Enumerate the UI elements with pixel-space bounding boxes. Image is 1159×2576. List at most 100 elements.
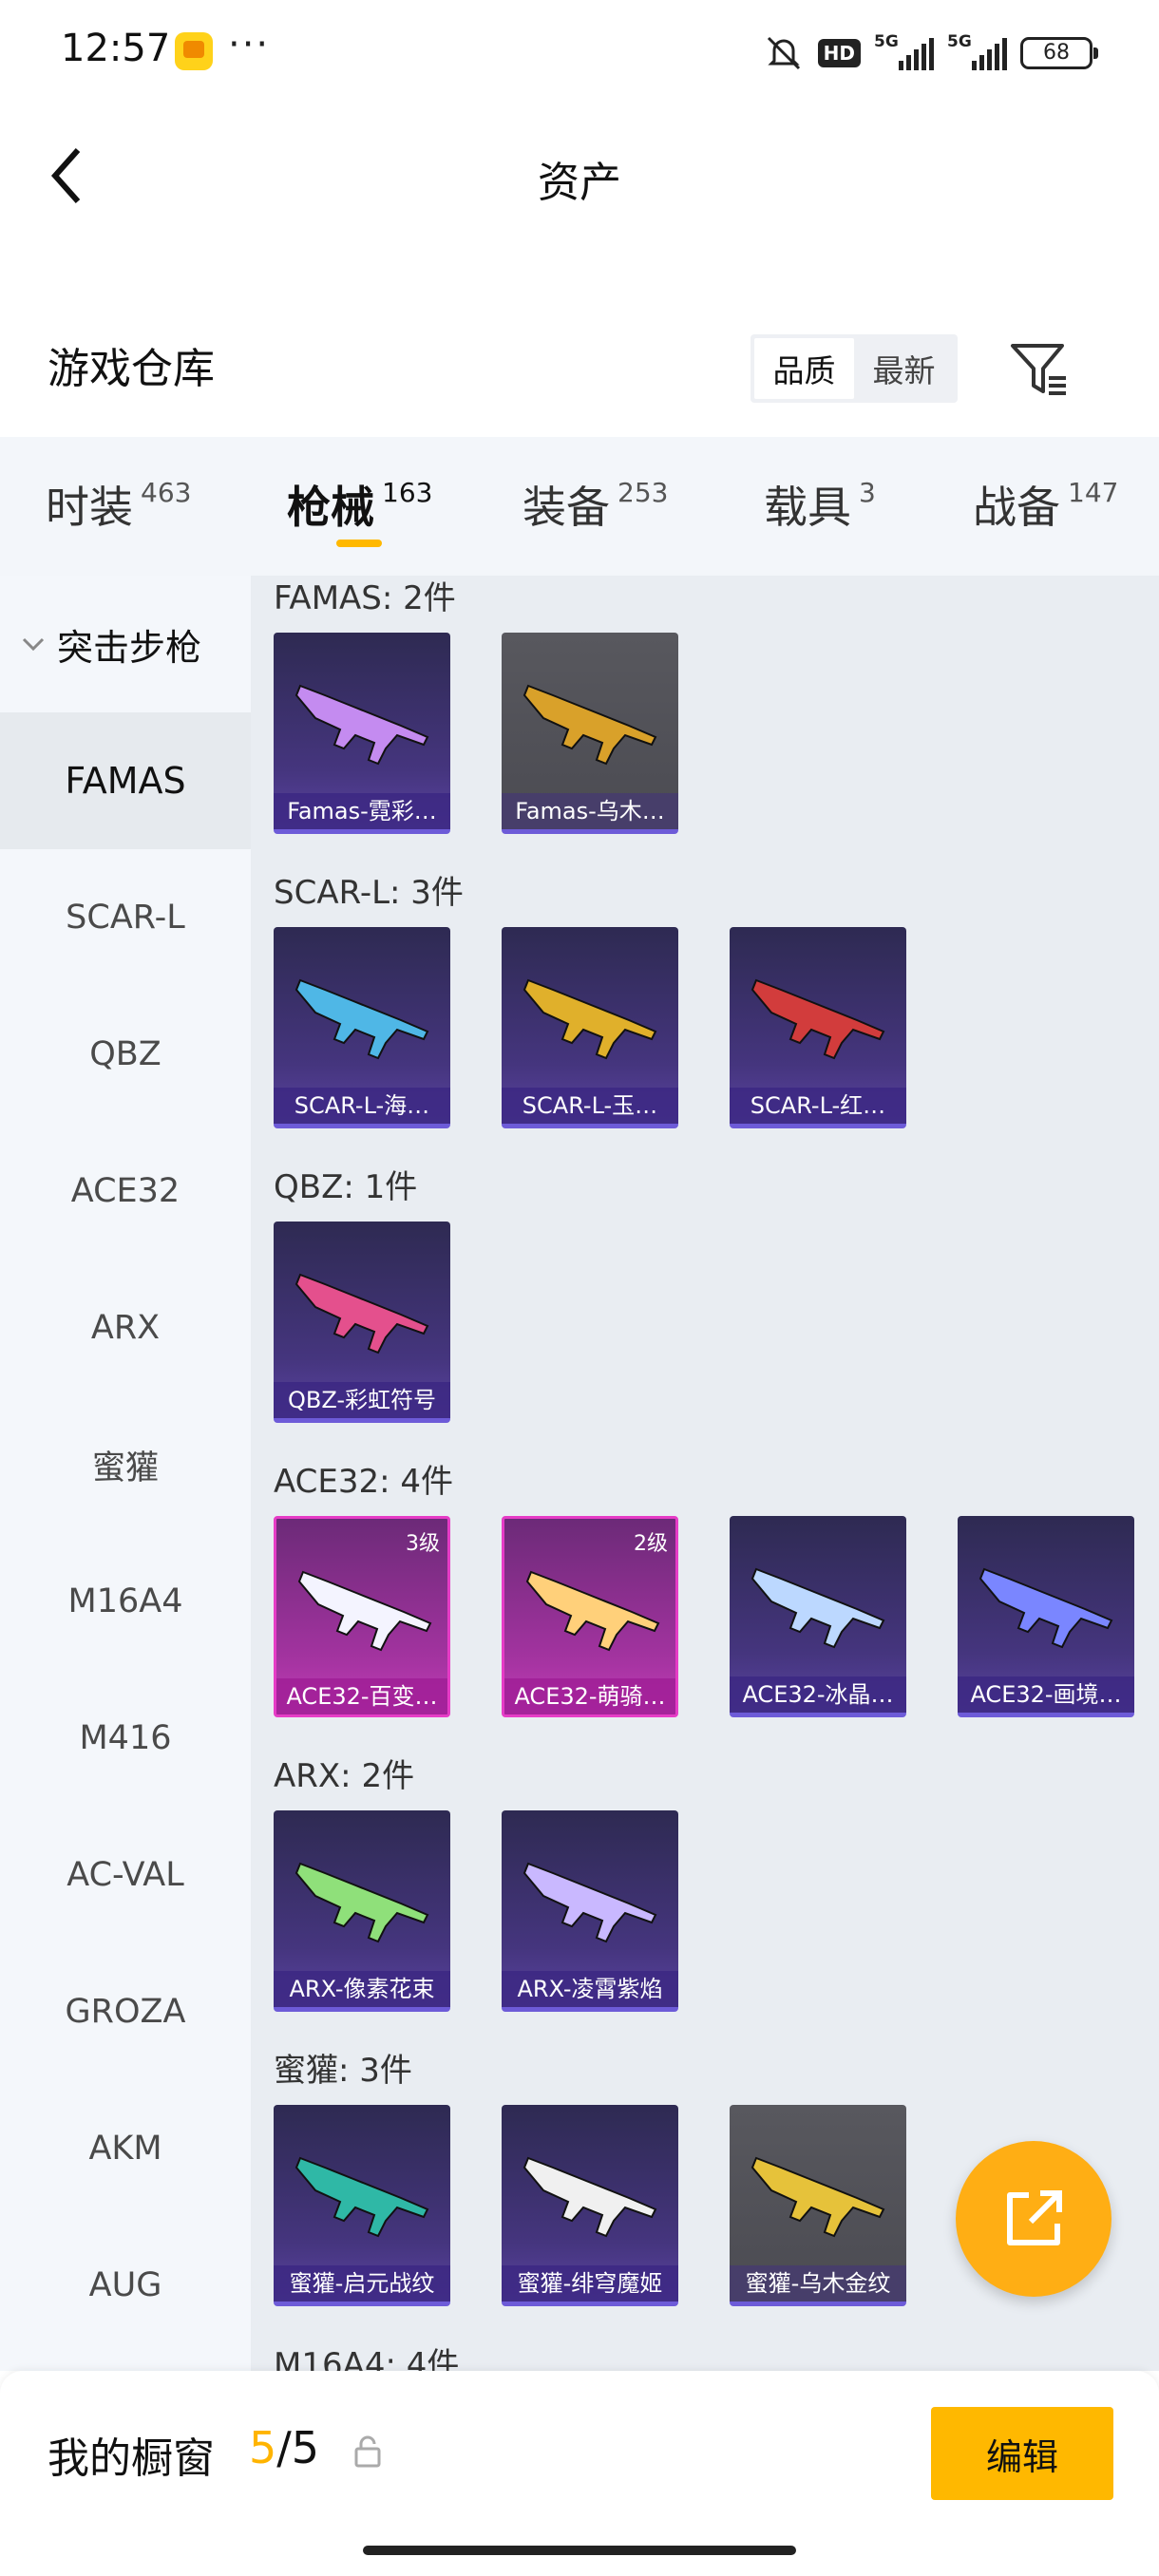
showcase-bar: 我的橱窗 5/5 编辑: [0, 2371, 1159, 2576]
section-title: FAMAS: 2件: [274, 579, 456, 617]
rifle-icon: [294, 978, 429, 1060]
weapon-skin-card[interactable]: ARX-凌霄紫焰: [502, 1810, 678, 2012]
rifle-icon: [297, 1570, 432, 1652]
tab-vehicles[interactable]: 载具 3: [764, 473, 876, 536]
sidebar-item-groza[interactable]: GROZA: [0, 1943, 251, 2080]
level-badge: 2级: [634, 1532, 668, 1556]
sidebar-item-akm[interactable]: AKM: [0, 2080, 251, 2217]
weapon-skin-card[interactable]: QBZ-彩虹符号: [274, 1222, 450, 1423]
rifle-icon: [978, 1567, 1113, 1649]
share-button[interactable]: [956, 2141, 1112, 2297]
tab-supplies[interactable]: 战备 147: [973, 473, 1118, 536]
sidebar-item-qbz[interactable]: QBZ: [0, 986, 251, 1123]
weapon-skin-card[interactable]: ACE32-冰晶…: [730, 1516, 906, 1717]
section-title: 蜜獾: 3件: [274, 2052, 412, 2090]
showcase-count: 5/5: [249, 2422, 320, 2473]
lock-icon: [354, 2435, 381, 2468]
rifle-icon: [522, 978, 657, 1060]
app-notification-icon: [175, 32, 213, 70]
warehouse-title: 游戏仓库: [48, 345, 215, 393]
weapon-skin-name: SCAR-L-海…: [274, 1088, 450, 1124]
app-header: 资产: [0, 114, 1159, 237]
weapon-skin-name: SCAR-L-玉…: [502, 1088, 678, 1124]
mute-bell-icon: [763, 34, 805, 72]
weapon-skin-name: ACE32-画境…: [958, 1676, 1134, 1713]
more-notifications-icon: ···: [228, 23, 271, 66]
weapon-skin-name: 蜜獾-绯穹魔姬: [502, 2265, 678, 2301]
sidebar-item-m416[interactable]: M416: [0, 1670, 251, 1807]
sidebar-item-ace32[interactable]: ACE32: [0, 1123, 251, 1260]
rifle-icon: [750, 978, 885, 1060]
rifle-icon: [294, 2156, 429, 2238]
sidebar-item-famas[interactable]: FAMAS: [0, 712, 251, 849]
section-title: ARX: 2件: [274, 1757, 415, 1795]
hd-voice-icon: HD: [817, 39, 861, 67]
category-tabs: 时装 463 枪械 163 装备 253 载具 3 战备 147: [0, 437, 1159, 576]
weapon-skin-name: ARX-像素花束: [274, 1971, 450, 2007]
sidebar-group-assault-rifles[interactable]: 突击步枪: [0, 576, 251, 712]
sidebar-item-aug[interactable]: AUG: [0, 2217, 251, 2354]
showcase-label: 我的橱窗: [48, 2434, 215, 2483]
weapon-grid: FAMAS: 2件 Famas-霓彩… Famas-乌木… SCAR-L: 3件 SCA…: [251, 576, 1159, 2371]
weapon-skin-name: QBZ-彩虹符号: [274, 1382, 450, 1418]
rifle-icon: [294, 1862, 429, 1943]
weapon-skin-name: ACE32-百变…: [276, 1678, 447, 1714]
rifle-icon: [750, 1567, 885, 1649]
signal-icon-1: 5G: [874, 32, 934, 70]
rifle-icon: [525, 1570, 660, 1652]
sidebar-item-honey-badger[interactable]: 蜜獾: [0, 1396, 251, 1533]
page-title: 资产: [538, 159, 621, 207]
level-badge: 3级: [406, 1532, 440, 1556]
tab-equipment[interactable]: 装备 253: [522, 473, 668, 536]
chevron-down-icon: [22, 637, 45, 652]
weapon-skin-name: Famas-乌木…: [502, 793, 678, 829]
battery-icon: 68: [1020, 37, 1098, 69]
sidebar-item-arx[interactable]: ARX: [0, 1260, 251, 1396]
filter-button[interactable]: [1007, 338, 1070, 401]
weapon-skin-name: ACE32-冰晶…: [730, 1676, 906, 1713]
section-title: SCAR-L: 3件: [274, 874, 464, 912]
weapon-skin-card[interactable]: SCAR-L-海…: [274, 927, 450, 1128]
sidebar-item-scar-l[interactable]: SCAR-L: [0, 849, 251, 986]
weapon-skin-name: 蜜獾-启元战纹: [274, 2265, 450, 2301]
weapon-skin-name: ARX-凌霄紫焰: [502, 1971, 678, 2007]
section-title: ACE32: 4件: [274, 1463, 454, 1501]
home-indicator[interactable]: [363, 2546, 796, 2555]
weapon-skin-card[interactable]: Famas-乌木…: [502, 633, 678, 834]
sort-by-quality[interactable]: 品质: [754, 338, 854, 399]
edit-button[interactable]: 编辑: [931, 2407, 1113, 2500]
weapon-skin-name: 蜜獾-乌木金纹: [730, 2265, 906, 2301]
section-title: M16A4: 4件: [274, 2346, 460, 2371]
tab-fashion[interactable]: 时装 463: [46, 473, 191, 536]
rifle-icon: [294, 684, 429, 766]
weapon-skin-card[interactable]: SCAR-L-红…: [730, 927, 906, 1128]
weapon-skin-name: SCAR-L-红…: [730, 1088, 906, 1124]
rifle-icon: [294, 1273, 429, 1354]
weapon-skin-card[interactable]: 2级 ACE32-萌骑…: [502, 1516, 678, 1717]
rifle-icon: [522, 684, 657, 766]
rifle-icon: [522, 1862, 657, 1943]
sort-toggle: 品质 最新: [750, 334, 958, 403]
status-time: 12:57: [61, 27, 171, 70]
weapon-skin-card[interactable]: Famas-霓彩…: [274, 633, 450, 834]
rifle-icon: [522, 2156, 657, 2238]
external-link-icon: [1007, 2190, 1062, 2245]
weapon-skin-card[interactable]: SCAR-L-玉…: [502, 927, 678, 1128]
weapon-skin-card[interactable]: 蜜獾-绯穹魔姬: [502, 2105, 678, 2306]
sort-by-newest[interactable]: 最新: [854, 338, 954, 399]
weapon-skin-card[interactable]: ARX-像素花束: [274, 1810, 450, 2012]
status-bar: 12:57 ··· HD 5G 5G 68: [0, 0, 1159, 104]
weapon-skin-name: Famas-霓彩…: [274, 793, 450, 829]
weapon-skin-card[interactable]: 蜜獾-乌木金纹: [730, 2105, 906, 2306]
weapon-skin-card[interactable]: 3级 ACE32-百变…: [274, 1516, 450, 1717]
weapon-skin-name: ACE32-萌骑…: [504, 1678, 675, 1714]
tab-firearms[interactable]: 枪械 163: [287, 473, 432, 536]
weapon-skin-card[interactable]: 蜜獾-启元战纹: [274, 2105, 450, 2306]
weapon-skin-card[interactable]: ACE32-画境…: [958, 1516, 1134, 1717]
filter-icon: [1011, 344, 1066, 395]
weapon-sidebar: 突击步枪 FAMAS SCAR-L QBZ ACE32 ARX 蜜獾 M16A4…: [0, 576, 251, 2371]
sidebar-item-ac-val[interactable]: AC-VAL: [0, 1807, 251, 1943]
signal-icon-2: 5G: [947, 32, 1007, 70]
active-tab-indicator: [336, 540, 382, 547]
sidebar-item-m16a4[interactable]: M16A4: [0, 1533, 251, 1670]
